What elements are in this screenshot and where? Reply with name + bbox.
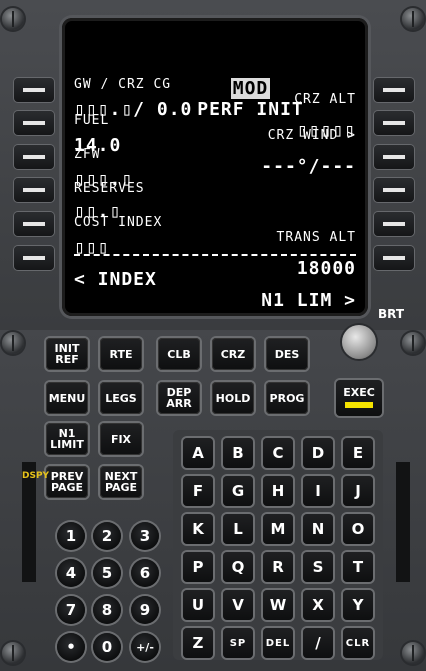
lsk-5r-button[interactable] (374, 212, 414, 236)
key-clr[interactable]: CLR (343, 628, 373, 658)
key-j[interactable]: J (343, 476, 373, 506)
brightness-knob[interactable] (342, 325, 376, 359)
key-f[interactable]: F (183, 476, 213, 506)
lsk-3l-button[interactable] (14, 145, 54, 169)
init-ref-key[interactable]: INIT REF (46, 338, 88, 370)
lsk-2r-button[interactable] (374, 111, 414, 135)
key-decimal[interactable]: • (57, 633, 85, 661)
key-3[interactable]: 3 (131, 522, 159, 550)
hold-key[interactable]: HOLD (212, 382, 254, 414)
lsk-5l-button[interactable] (14, 212, 54, 236)
des-key[interactable]: DES (266, 338, 308, 370)
key-d[interactable]: D (303, 438, 333, 468)
key-g[interactable]: G (223, 476, 253, 506)
key-v[interactable]: V (223, 590, 253, 620)
lsk-3r-button[interactable] (374, 145, 414, 169)
key-slash[interactable]: / (303, 628, 333, 658)
lsk-6r-button[interactable] (374, 246, 414, 270)
key-5[interactable]: 5 (93, 559, 121, 587)
key-k[interactable]: K (183, 514, 213, 544)
key-9[interactable]: 9 (131, 596, 159, 624)
lsk-2l-button[interactable] (14, 111, 54, 135)
key-l[interactable]: L (223, 514, 253, 544)
prog-key[interactable]: PROG (266, 382, 308, 414)
exec-light-icon (345, 402, 373, 408)
key-r[interactable]: R (263, 552, 293, 582)
key-e[interactable]: E (343, 438, 373, 468)
legs-key[interactable]: LEGS (100, 382, 142, 414)
data-line-1: ▯▯▯.▯/ 0.0 ▯▯▯▯▯ (74, 78, 356, 141)
key-del[interactable]: DEL (263, 628, 293, 658)
key-t[interactable]: T (343, 552, 373, 582)
clb-key[interactable]: CLB (158, 338, 200, 370)
key-w[interactable]: W (263, 590, 293, 620)
key-o[interactable]: O (343, 514, 373, 544)
key-8[interactable]: 8 (93, 596, 121, 624)
next-page-key[interactable]: NEXT PAGE (100, 466, 142, 498)
key-6[interactable]: 6 (131, 559, 159, 587)
key-y[interactable]: Y (343, 590, 373, 620)
key-sp[interactable]: SP (223, 628, 253, 658)
dep-arr-key[interactable]: DEP ARR (158, 382, 200, 414)
alpha-keypad: A B C D E F G H I J K L M N O P Q R S T … (173, 430, 383, 660)
data-line-5: ▯▯▯ 18000 (74, 216, 356, 279)
dspy-label: DSPY (22, 471, 50, 481)
screw-icon (2, 8, 24, 30)
screw-icon (2, 642, 24, 664)
key-u[interactable]: U (183, 590, 213, 620)
key-a[interactable]: A (183, 438, 213, 468)
screw-icon (402, 642, 424, 664)
key-q[interactable]: Q (223, 552, 253, 582)
page-title-line: MOD PERF INIT (74, 36, 356, 120)
key-h[interactable]: H (263, 476, 293, 506)
screw-icon (402, 8, 424, 30)
key-p[interactable]: P (183, 552, 213, 582)
key-0[interactable]: 0 (93, 633, 121, 661)
key-plus-minus[interactable]: +/- (131, 633, 159, 661)
screw-icon (402, 332, 424, 354)
index-prompt: < INDEX (74, 269, 157, 290)
lsk-1l-button[interactable] (14, 78, 54, 102)
key-4[interactable]: 4 (57, 559, 85, 587)
key-b[interactable]: B (223, 438, 253, 468)
prev-page-key[interactable]: PREV PAGE (46, 466, 88, 498)
crz-key[interactable]: CRZ (212, 338, 254, 370)
screw-icon (2, 332, 24, 354)
key-z[interactable]: Z (183, 628, 213, 658)
key-c[interactable]: C (263, 438, 293, 468)
key-x[interactable]: X (303, 590, 333, 620)
key-n[interactable]: N (303, 514, 333, 544)
key-i[interactable]: I (303, 476, 333, 506)
lsk-1r-button[interactable] (374, 78, 414, 102)
rte-key[interactable]: RTE (100, 338, 142, 370)
key-2[interactable]: 2 (93, 522, 121, 550)
lsk-4r-button[interactable] (374, 178, 414, 202)
msg-annunciator (396, 462, 410, 582)
key-7[interactable]: 7 (57, 596, 85, 624)
data-line-6: < INDEX N1 LIM > (74, 248, 356, 311)
key-m[interactable]: M (263, 514, 293, 544)
fix-key[interactable]: FIX (100, 423, 142, 455)
exec-key[interactable]: EXEC (336, 380, 382, 416)
brightness-label: BRT (378, 307, 405, 321)
lsk-4l-button[interactable] (14, 178, 54, 202)
n1-limit-key[interactable]: N1 LIMIT (46, 423, 88, 455)
lsk-6l-button[interactable] (14, 246, 54, 270)
n1-lim-prompt: N1 LIM > (261, 290, 356, 311)
data-line-4: ▯▯.▯ (74, 180, 356, 222)
exec-label: EXEC (343, 386, 375, 399)
menu-key[interactable]: MENU (46, 382, 88, 414)
cdu-display: MOD PERF INIT GW / CRZ CG CRZ ALT ▯▯▯.▯/… (62, 18, 368, 316)
key-1[interactable]: 1 (57, 522, 85, 550)
key-s[interactable]: S (303, 552, 333, 582)
